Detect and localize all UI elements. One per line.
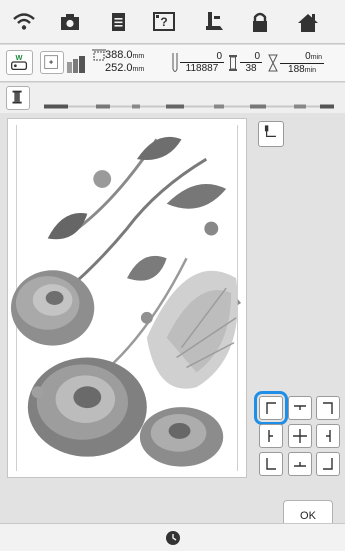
- document-icon[interactable]: [104, 10, 132, 34]
- design-width: 388.0mm: [105, 49, 145, 61]
- bottom-bar: [0, 523, 345, 551]
- stitch-progress-track: [44, 96, 334, 109]
- wifi-icon[interactable]: [10, 10, 38, 34]
- embroidery-edit-button[interactable]: W: [6, 50, 33, 75]
- embroidery-preview[interactable]: [7, 118, 247, 478]
- home-icon[interactable]: [294, 10, 322, 34]
- position-top-left-button[interactable]: [254, 391, 288, 425]
- thread-spool-icon: [228, 54, 238, 72]
- main-area: OK: [0, 113, 345, 532]
- camera-icon[interactable]: [56, 10, 84, 34]
- help-icon[interactable]: ?: [150, 10, 178, 34]
- time-counter: 0min 188min: [280, 51, 324, 76]
- top-toolbar: ?: [0, 0, 345, 44]
- position-middle-right-button[interactable]: [316, 424, 340, 448]
- thread-spool-icon: [12, 90, 22, 104]
- design-height: 252.0mm: [105, 62, 145, 74]
- center-point-icon: [44, 55, 58, 69]
- corner-bottom-left-icon: [266, 458, 276, 470]
- hoop-size-icon: [66, 54, 86, 74]
- crosshair-icon: [293, 429, 307, 443]
- presser-foot-icon[interactable]: [200, 10, 228, 34]
- info-bar: W 388.0mm 252.0mm 0 118887 0 38 0min 188…: [0, 45, 345, 82]
- corner-bottom-right-icon: [323, 458, 333, 470]
- position-top-right-button[interactable]: [316, 396, 340, 420]
- hoop-preview-button[interactable]: [40, 51, 64, 74]
- clock-icon[interactable]: [165, 530, 181, 546]
- position-middle-left-button[interactable]: [259, 424, 283, 448]
- embroidery-screen: ? W 388.0mm 252.0mm 0 118887 0 38 0min 1…: [0, 0, 345, 551]
- position-bottom-right-button[interactable]: [316, 452, 340, 476]
- hourglass-icon: [268, 54, 278, 72]
- corner-top-right-icon: [323, 402, 333, 414]
- edge-left-icon: [268, 430, 273, 442]
- position-bottom-center-button[interactable]: [288, 452, 312, 476]
- position-top-center-button[interactable]: [288, 396, 312, 420]
- thread-progress-row: [0, 83, 345, 113]
- start-point-button[interactable]: [258, 121, 284, 147]
- start-point-icon: [264, 125, 276, 137]
- lock-icon[interactable]: [246, 10, 274, 34]
- svg-text:?: ?: [160, 15, 167, 29]
- edge-bottom-icon: [294, 462, 306, 467]
- embroidery-frame-icon: W: [11, 53, 28, 71]
- position-bottom-left-button[interactable]: [259, 452, 283, 476]
- floral-embroidery-design: [10, 136, 242, 467]
- needle-icon: [170, 51, 180, 75]
- thread-color-button[interactable]: [6, 86, 30, 110]
- stitch-counter: 0 118887: [180, 51, 224, 74]
- position-center-button[interactable]: [288, 424, 312, 448]
- edge-top-icon: [294, 405, 306, 410]
- svg-text:W: W: [16, 53, 23, 62]
- color-counter: 0 38: [240, 51, 262, 74]
- size-icon: [92, 49, 106, 63]
- edge-right-icon: [326, 430, 331, 442]
- corner-top-left-icon: [266, 402, 276, 414]
